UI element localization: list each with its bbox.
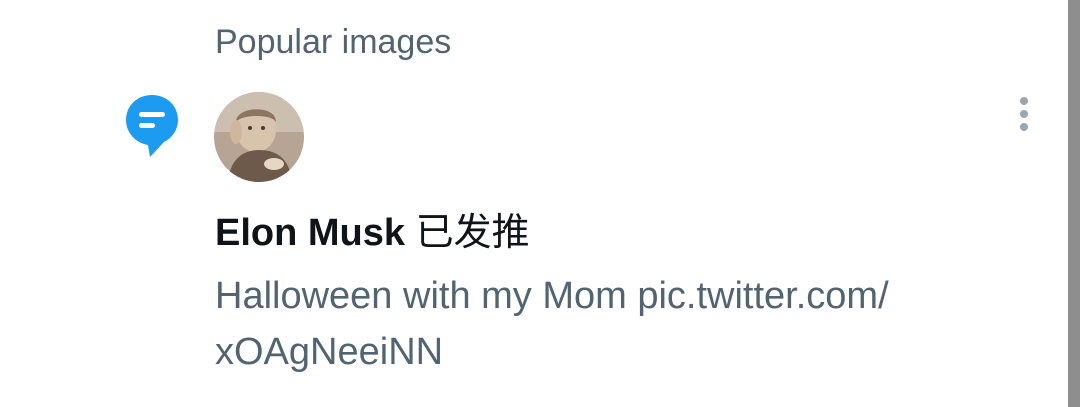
- more-dot: [1020, 110, 1028, 118]
- tweet-text-line: Halloween with my Mom pic.twitter.com/: [215, 275, 889, 317]
- more-options-button[interactable]: [1004, 93, 1044, 135]
- section-label: Popular images: [215, 23, 452, 61]
- author-name[interactable]: Elon Musk: [215, 212, 405, 254]
- avatar[interactable]: [214, 92, 304, 182]
- scrollbar[interactable]: [1068, 0, 1080, 407]
- chat-bubble-icon: [124, 93, 180, 161]
- tweet-text-line: xOAgNeeiNN: [215, 331, 444, 373]
- tweet-text[interactable]: Halloween with my Mom pic.twitter.com/ x…: [215, 268, 1015, 380]
- more-vertical-icon: [1020, 97, 1028, 105]
- action-text: 已发推: [415, 212, 530, 254]
- notification-headline: Elon Musk 已发推: [215, 209, 530, 257]
- more-dot: [1020, 123, 1028, 131]
